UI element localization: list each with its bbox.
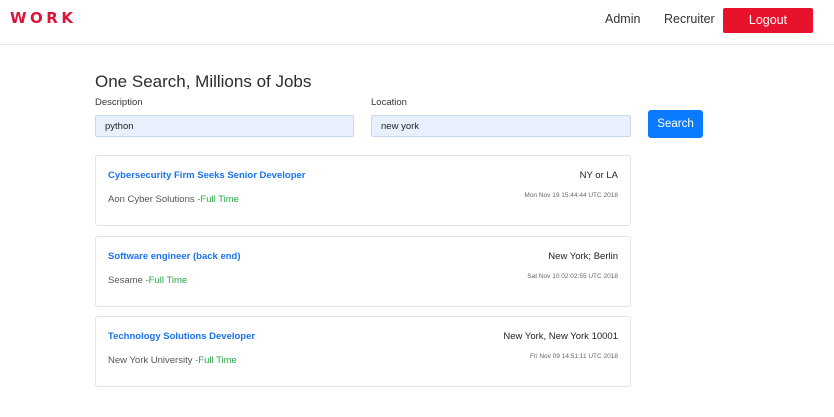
job-company-name: New York University: [108, 355, 193, 366]
job-company: Sesame -Full Time: [108, 275, 187, 286]
description-input[interactable]: [95, 115, 354, 137]
job-type: -Full Time: [197, 194, 239, 205]
job-location: NY or LA: [579, 170, 618, 181]
job-company-name: Aon Cyber Solutions: [108, 194, 195, 205]
nav-admin-link[interactable]: Admin: [605, 12, 640, 26]
job-location: New York, New York 10001: [503, 331, 618, 342]
description-label: Description: [95, 97, 143, 108]
job-company-name: Sesame: [108, 275, 143, 286]
nav-recruiter-link[interactable]: Recruiter: [664, 12, 715, 26]
job-type: -Full Time: [195, 355, 237, 366]
job-title-link[interactable]: Cybersecurity Firm Seeks Senior Develope…: [108, 170, 305, 181]
job-date: Mon Nov 19 15:44:44 UTC 2018: [524, 192, 618, 199]
job-title-link[interactable]: Software engineer (back end): [108, 251, 241, 262]
logout-button[interactable]: Logout: [723, 8, 813, 33]
location-label: Location: [371, 97, 407, 108]
search-button[interactable]: Search: [648, 110, 703, 138]
job-type: -Full Time: [145, 275, 188, 286]
job-card: Cybersecurity Firm Seeks Senior Develope…: [95, 155, 631, 226]
job-location: New York; Berlin: [548, 251, 618, 262]
top-navbar: WORK Admin Recruiter Logout: [0, 0, 834, 45]
job-card: Technology Solutions Developer New York …: [95, 316, 631, 387]
job-date: Sat Nov 10 02:02:55 UTC 2018: [527, 273, 618, 280]
job-card: Software engineer (back end) Sesame -Ful…: [95, 236, 631, 307]
job-company: Aon Cyber Solutions -Full Time: [108, 194, 239, 205]
location-input[interactable]: [371, 115, 631, 137]
brand-logo[interactable]: WORK: [10, 9, 76, 27]
job-company: New York University -Full Time: [108, 355, 237, 366]
job-title-link[interactable]: Technology Solutions Developer: [108, 331, 255, 342]
job-date: Fri Nov 09 14:51:11 UTC 2018: [529, 353, 618, 360]
page-title: One Search, Millions of Jobs: [95, 72, 312, 91]
